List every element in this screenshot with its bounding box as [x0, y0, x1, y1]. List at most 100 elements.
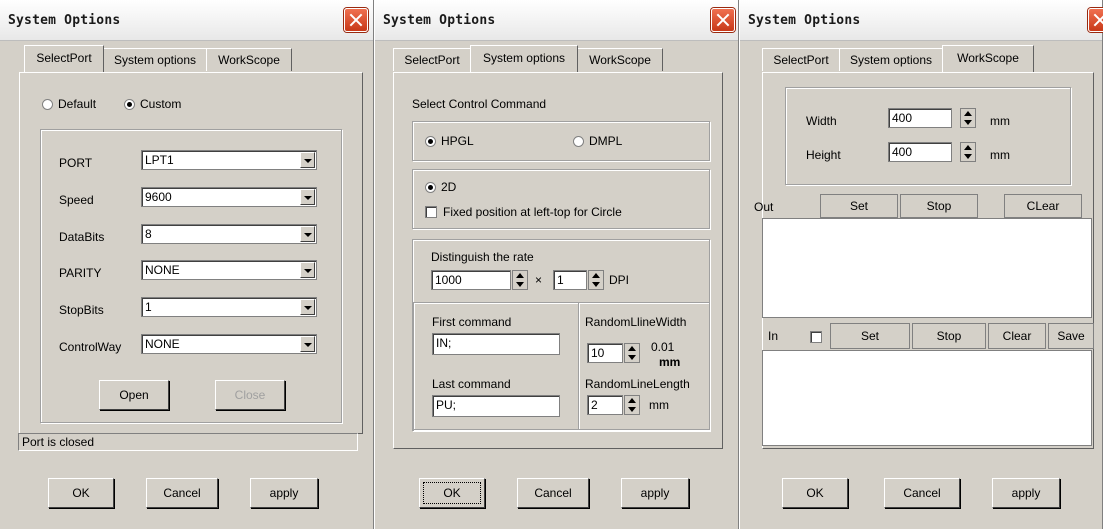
- in-stop-button[interactable]: Stop: [912, 323, 986, 349]
- system-options-panel: Select Control Command HPGL DMPL 2D Fixe…: [393, 72, 723, 449]
- close-icon[interactable]: [344, 8, 368, 32]
- tab-select-port[interactable]: SelectPort: [393, 48, 471, 71]
- tab-strip: SelectPort System options WorkScope: [762, 45, 1092, 72]
- twod-label: 2D: [441, 180, 457, 194]
- width-unit: mm: [990, 114, 1010, 128]
- parity-label: PARITY: [59, 266, 102, 280]
- tab-workscope[interactable]: WorkScope: [206, 48, 292, 71]
- stopbits-value: 1: [145, 300, 152, 314]
- window-title: System Options: [748, 13, 861, 28]
- tab-select-port[interactable]: SelectPort: [24, 45, 104, 72]
- cancel-button[interactable]: Cancel: [146, 478, 218, 508]
- commands-group: First command IN; Last command PU;: [413, 302, 579, 430]
- width-input[interactable]: 400: [888, 108, 952, 128]
- parity-dropdown[interactable]: NONE: [141, 260, 317, 280]
- title-bar[interactable]: System Options: [740, 0, 1103, 41]
- height-input[interactable]: 400: [888, 142, 952, 162]
- size-group: Width 400 mm Height 400 mm: [785, 87, 1071, 185]
- width-spinner[interactable]: [960, 108, 976, 128]
- out-log-area[interactable]: [762, 218, 1092, 318]
- rate-input[interactable]: 1000: [431, 270, 511, 290]
- out-clear-button[interactable]: CLear: [1004, 194, 1082, 218]
- select-port-panel: Default Custom PORT LPT1 Speed 9600 Data…: [19, 72, 363, 434]
- fixed-position-checkbox[interactable]: [425, 206, 437, 218]
- ok-button[interactable]: OK: [419, 478, 485, 508]
- port-dropdown[interactable]: LPT1: [141, 150, 317, 170]
- speed-label: Speed: [59, 193, 94, 207]
- dmpl-radio[interactable]: [573, 136, 584, 147]
- custom-radio[interactable]: [124, 99, 135, 110]
- chevron-down-icon[interactable]: [300, 152, 315, 168]
- in-label: In: [768, 329, 779, 343]
- databits-value: 8: [145, 227, 152, 241]
- chevron-down-icon[interactable]: [300, 189, 315, 205]
- first-command-label: First command: [432, 315, 512, 329]
- close-icon[interactable]: [711, 8, 735, 32]
- out-set-button[interactable]: Set: [820, 194, 898, 218]
- tab-system-options[interactable]: System options: [839, 48, 943, 71]
- stopbits-dropdown[interactable]: 1: [141, 297, 317, 317]
- port-status: Port is closed: [18, 433, 358, 451]
- databits-label: DataBits: [59, 230, 105, 244]
- in-log-area[interactable]: [762, 350, 1092, 446]
- width-unit-mm: mm: [659, 355, 681, 369]
- times-sign: ×: [535, 273, 543, 287]
- mode-group: 2D Fixed position at left-top for Circle: [412, 169, 710, 229]
- speed-dropdown[interactable]: 9600: [141, 187, 317, 207]
- apply-button[interactable]: apply: [992, 478, 1060, 508]
- tab-strip: SelectPort System options WorkScope: [393, 45, 723, 72]
- twod-radio[interactable]: [425, 182, 436, 193]
- apply-button[interactable]: apply: [621, 478, 689, 508]
- random-width-spinner[interactable]: [624, 343, 640, 363]
- port-label: PORT: [59, 156, 93, 170]
- controlway-dropdown[interactable]: NONE: [141, 334, 317, 354]
- parity-value: NONE: [145, 263, 180, 277]
- rate-multiplier-input[interactable]: 1: [553, 270, 587, 290]
- window-title: System Options: [383, 13, 496, 28]
- port-value: LPT1: [145, 153, 174, 167]
- window-title: System Options: [8, 13, 121, 28]
- ok-button[interactable]: OK: [782, 478, 848, 508]
- chevron-down-icon[interactable]: [300, 299, 315, 315]
- open-button[interactable]: Open: [99, 380, 169, 410]
- controlway-value: NONE: [145, 337, 180, 351]
- rate-label: Distinguish the rate: [431, 250, 534, 264]
- apply-button[interactable]: apply: [250, 478, 318, 508]
- cancel-button[interactable]: Cancel: [517, 478, 589, 508]
- chevron-down-icon[interactable]: [300, 262, 315, 278]
- in-set-button[interactable]: Set: [830, 323, 910, 349]
- last-command-input[interactable]: PU;: [432, 395, 560, 417]
- select-control-label: Select Control Command: [412, 97, 547, 111]
- random-width-input[interactable]: 10: [587, 343, 623, 363]
- tab-system-options[interactable]: System options: [470, 45, 578, 72]
- tab-workscope[interactable]: WorkScope: [942, 45, 1034, 72]
- height-spinner[interactable]: [960, 142, 976, 162]
- chevron-down-icon[interactable]: [300, 226, 315, 242]
- title-bar[interactable]: System Options: [0, 0, 373, 41]
- tab-workscope[interactable]: WorkScope: [577, 48, 663, 71]
- default-radio[interactable]: [42, 99, 53, 110]
- random-length-spinner[interactable]: [624, 395, 640, 415]
- tab-select-port[interactable]: SelectPort: [762, 48, 840, 71]
- title-bar[interactable]: System Options: [375, 0, 738, 41]
- first-command-input[interactable]: IN;: [432, 333, 560, 355]
- rate-spinner[interactable]: [512, 270, 528, 290]
- databits-dropdown[interactable]: 8: [141, 224, 317, 244]
- out-stop-button[interactable]: Stop: [900, 194, 978, 218]
- cancel-button[interactable]: Cancel: [884, 478, 960, 508]
- close-icon[interactable]: [1088, 8, 1103, 32]
- in-save-button[interactable]: Save: [1048, 323, 1094, 349]
- ok-button[interactable]: OK: [48, 478, 114, 508]
- random-length-input[interactable]: 2: [587, 395, 623, 415]
- system-options-window: System Options SelectPort System options…: [375, 0, 739, 529]
- multiplier-spinner[interactable]: [588, 270, 604, 290]
- height-unit: mm: [990, 148, 1010, 162]
- height-label: Height: [806, 148, 841, 162]
- in-clear-button[interactable]: Clear: [988, 323, 1046, 349]
- tab-system-options[interactable]: System options: [103, 48, 207, 71]
- hpgl-radio[interactable]: [425, 136, 436, 147]
- close-port-button[interactable]: Close: [215, 380, 285, 410]
- chevron-down-icon[interactable]: [300, 336, 315, 352]
- dpi-label: DPI: [609, 273, 630, 287]
- in-checkbox[interactable]: [810, 331, 822, 343]
